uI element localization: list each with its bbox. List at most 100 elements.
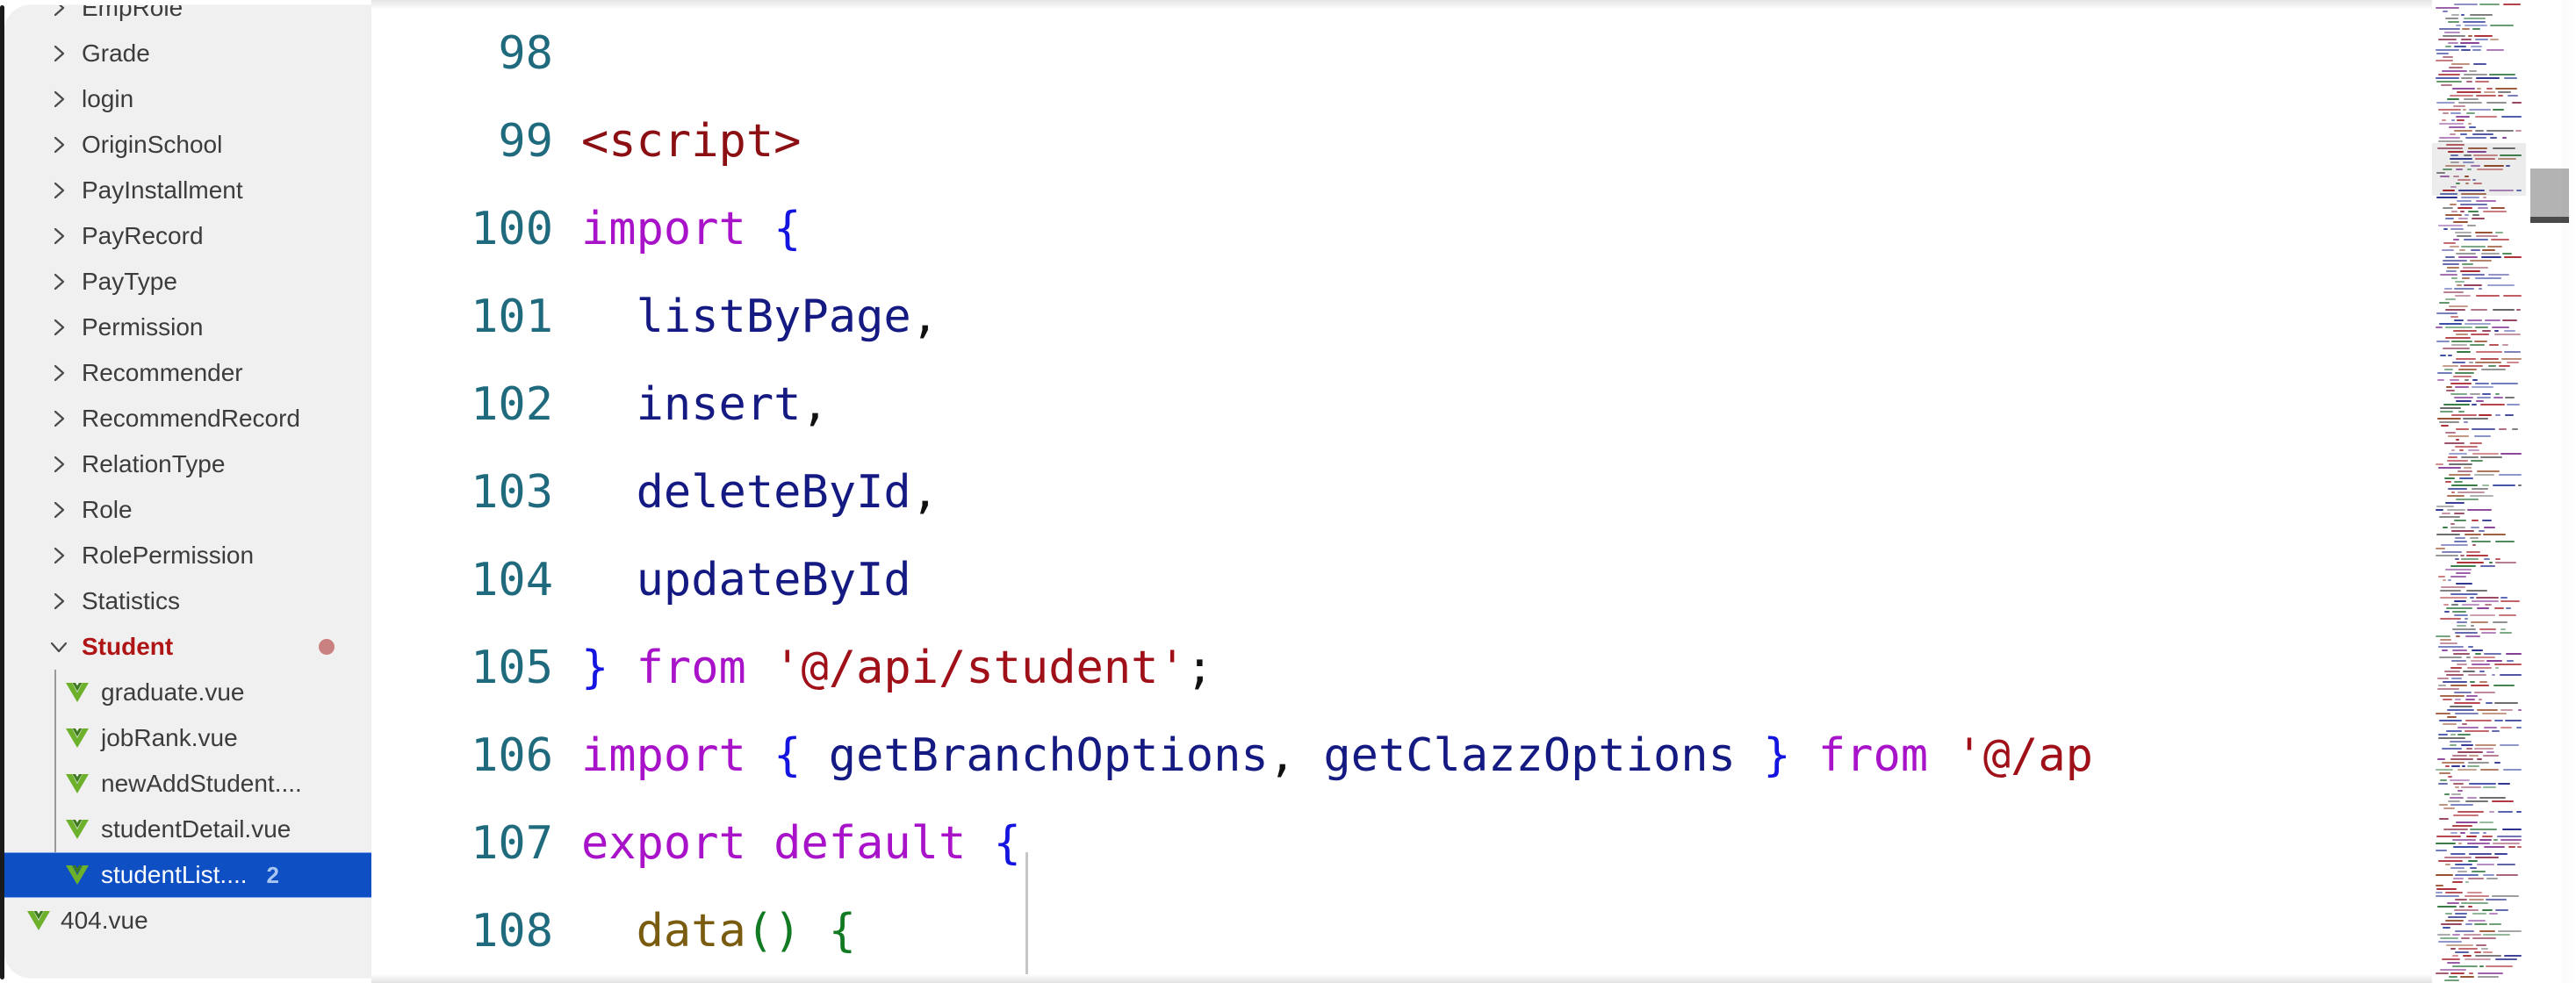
code-token: '@/api/student' [774,642,1186,694]
vue-file-icon [64,772,90,795]
chevron-right-icon[interactable] [48,271,69,292]
tree-folder-recommender[interactable]: Recommender [4,350,371,396]
tree-file-jobrank-vue[interactable]: jobRank.vue [4,715,371,761]
tree-folder-emprole[interactable]: EmpRole [4,5,371,31]
tree-file-studentdetail-vue[interactable]: studentDetail.vue [4,807,371,852]
code-lines[interactable]: 98 99 <script> 100 import {101 listByPage, 10… [371,10,2576,974]
tree-item-label: PayType [82,268,177,295]
code-editor-area[interactable]: 98 99 <script> 100 import {101 listByPage, 10… [371,0,2576,983]
tree-folder-permission[interactable]: Permission [4,305,371,350]
code-line-text[interactable]: import { getBranchOptions, getClazzOptio… [553,712,2576,800]
indent-guide [1025,852,1028,974]
code-line-text[interactable]: insert, [553,361,2576,448]
code-scroll-area[interactable]: 98 99 <script> 100 import {101 listByPage, 10… [371,10,2576,974]
tree-file-404-vue[interactable]: 404.vue [4,898,371,944]
tree-file-graduate-vue[interactable]: graduate.vue [4,670,371,715]
vertical-scrollbar-track[interactable] [2526,0,2576,983]
tree-file-studentlist[interactable]: studentList.... 2 [4,852,371,898]
code-line-text[interactable]: deleteById, [553,448,2576,536]
chevron-right-icon[interactable] [48,5,69,18]
code-line[interactable]: 108 data() { [371,887,2576,974]
code-line[interactable]: 101 listByPage, [371,273,2576,361]
chevron-right-icon[interactable] [48,43,69,64]
chevron-right-icon[interactable] [48,134,69,155]
code-line-text[interactable]: <script> [553,97,2576,185]
chevron-right-icon[interactable] [48,317,69,338]
chevron-right-icon[interactable] [48,89,69,110]
tree-folder-paytype[interactable]: PayType [4,259,371,305]
chevron-right-icon[interactable] [48,362,69,384]
code-line[interactable]: 105} from '@/api/student'; [371,624,2576,712]
code-line[interactable]: 98 [371,10,2576,97]
vue-file-icon [25,909,52,932]
tree-folder-login[interactable]: login [4,76,371,122]
code-line-text[interactable]: updateById [553,536,2576,624]
code-line-text[interactable]: import { [553,185,2576,273]
code-token: } [1763,729,1791,782]
tree-folder-statistics[interactable]: Statistics [4,578,371,624]
chevron-right-icon[interactable] [48,226,69,247]
code-minimap[interactable] [2432,0,2526,983]
code-token: , [1268,729,1296,782]
tree-item-label: RolePermission [82,542,255,569]
code-line-text[interactable]: listByPage, [553,273,2576,361]
code-line[interactable]: 102 insert, [371,361,2576,448]
line-number: 107 [471,817,553,870]
code-editor-window: EmpRole Grade login OriginSchool PayInstallm… [0,0,2576,983]
chevron-right-icon[interactable] [48,499,69,520]
tree-item-label: Grade [82,39,150,67]
code-line[interactable]: 99 <script> [371,97,2576,185]
line-number: 101 [471,291,553,343]
tree-item-badge: 2 [266,861,280,888]
tree-folder-role[interactable]: Role [4,487,371,533]
code-token: { [774,729,802,782]
code-line-text[interactable]: } from '@/api/student'; [553,624,2576,712]
code-token: data [636,905,746,958]
code-token: listByPage [636,291,911,343]
tree-folder-payrecord[interactable]: PayRecord [4,213,371,259]
tree-file-newaddstudent[interactable]: newAddStudent.... [4,761,371,807]
code-line[interactable]: 106 import { getBranchOptions, getClazzOp… [371,712,2576,800]
code-line[interactable]: 103 deleteById, [371,448,2576,536]
chevron-right-icon[interactable] [48,591,69,612]
tree-folder-grade[interactable]: Grade [4,31,371,76]
tree-folder-relationtype[interactable]: RelationType [4,441,371,487]
code-line[interactable]: 104 updateById [371,536,2576,624]
line-number: 105 [471,642,553,694]
code-token: { [993,817,1021,870]
code-token: updateById [636,554,911,606]
code-token: , [910,291,939,343]
tree-folder-originschool[interactable]: OriginSchool [4,122,371,168]
chevron-right-icon[interactable] [48,545,69,566]
line-number: 103 [471,466,553,519]
chevron-down-icon[interactable] [48,636,69,657]
vue-file-icon [64,681,90,704]
vue-file-icon [64,818,90,841]
file-tree-panel[interactable]: EmpRole Grade login OriginSchool PayInstallm… [4,5,371,978]
tree-item-label: OriginSchool [82,131,223,158]
tree-folder-rolepermission[interactable]: RolePermission [4,533,371,578]
code-token: , [910,466,939,519]
tree-item-label: Student [82,633,174,660]
code-line[interactable]: 107 export default { [371,800,2576,887]
tree-folder-student[interactable]: Student [4,624,371,670]
tree-folder-recommendrecord[interactable]: RecommendRecord [4,396,371,441]
code-line-text[interactable]: export default { [553,800,2576,887]
chevron-right-icon[interactable] [48,454,69,475]
chevron-right-icon[interactable] [48,408,69,429]
tree-folder-payinstallment[interactable]: PayInstallment [4,168,371,213]
code-token: from [636,642,746,694]
code-line-text[interactable]: data() { [553,887,2576,974]
line-number: 99 [498,115,553,168]
code-token: import [581,203,746,255]
chevron-right-icon[interactable] [48,180,69,201]
file-tree[interactable]: EmpRole Grade login OriginSchool PayInstallm… [4,5,371,944]
code-line[interactable]: 100 import { [371,185,2576,273]
